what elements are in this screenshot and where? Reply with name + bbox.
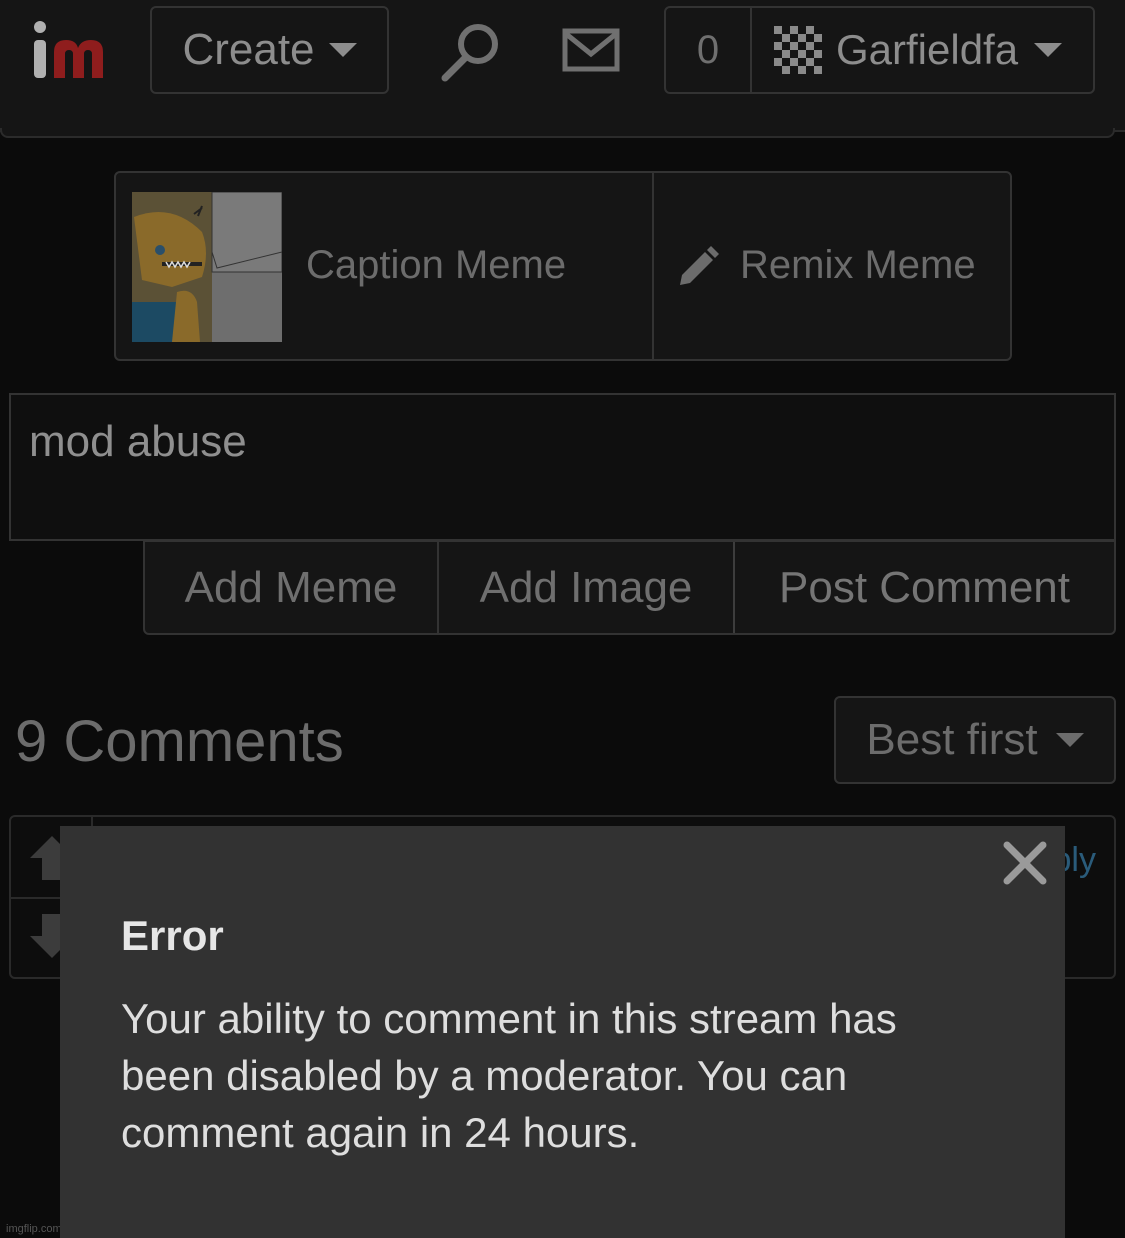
mail-icon[interactable] — [562, 28, 620, 72]
meme-thumbnail — [132, 192, 282, 342]
user-menu-button[interactable]: Garfieldfan — [752, 8, 1093, 92]
chevron-down-icon — [1055, 733, 1084, 747]
remix-meme-label: Remix Meme — [740, 243, 976, 287]
create-label: Create — [182, 25, 315, 74]
post-comment-button[interactable]: Post Comment — [735, 542, 1114, 633]
comments-count-heading: 9 Comments — [15, 709, 344, 774]
username-label: Garfieldfan — [836, 26, 1020, 73]
meme-actions-panel: Caption Meme Remix Meme — [114, 171, 1012, 361]
modal-message: Your ability to comment in this stream h… — [121, 995, 897, 1156]
user-avatar-icon — [774, 26, 822, 74]
error-modal: Error Your ability to comment in this st… — [60, 826, 1065, 1238]
add-image-button[interactable]: Add Image — [439, 542, 735, 633]
sort-label: Best first — [866, 715, 1038, 764]
add-meme-button[interactable]: Add Meme — [145, 542, 439, 633]
chevron-down-icon — [328, 43, 357, 57]
comment-textarea[interactable]: mod abuse — [9, 393, 1116, 541]
modal-title: Error — [121, 912, 224, 959]
navbar-bottom-strip — [0, 128, 1115, 138]
top-navbar: Create 0 Garfieldfan — [0, 0, 1125, 132]
imgflip-logo[interactable] — [30, 18, 120, 84]
caption-meme-label: Caption Meme — [306, 243, 567, 287]
create-button[interactable]: Create — [150, 6, 389, 94]
pencil-icon — [680, 246, 719, 285]
user-menu-group: 0 Garfieldfan — [664, 6, 1095, 94]
caption-meme-button[interactable]: Caption Meme — [116, 173, 654, 359]
remix-meme-button[interactable]: Remix Meme — [656, 173, 1010, 359]
close-icon[interactable] — [1000, 838, 1050, 888]
comment-actions-bar: Add Meme Add Image Post Comment — [143, 540, 1116, 635]
search-icon[interactable] — [440, 22, 502, 82]
imgflip-watermark: imgflip.com — [6, 1223, 62, 1235]
sort-comments-dropdown[interactable]: Best first — [834, 696, 1116, 784]
chevron-down-icon — [1034, 43, 1062, 57]
notification-count[interactable]: 0 — [666, 8, 752, 92]
